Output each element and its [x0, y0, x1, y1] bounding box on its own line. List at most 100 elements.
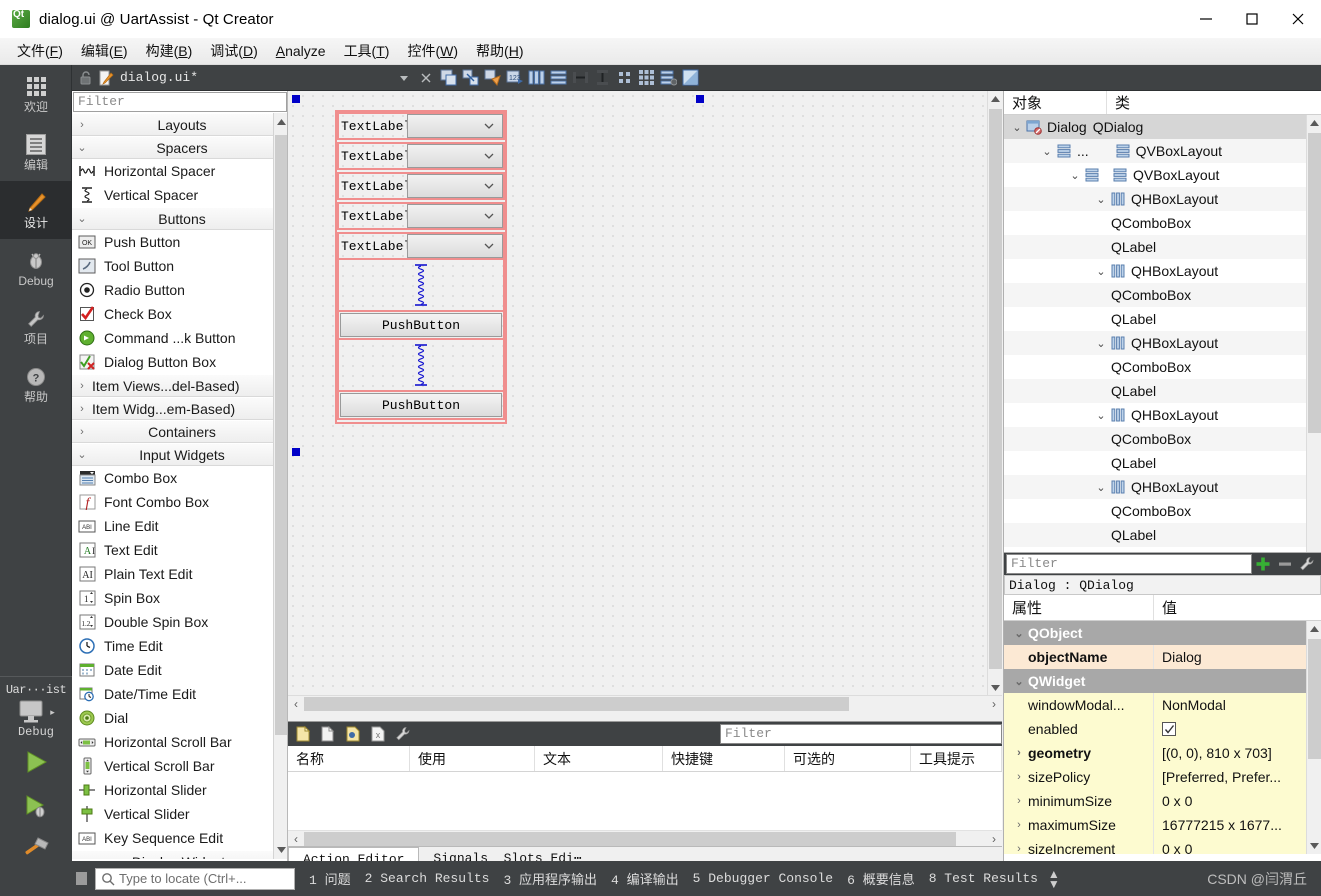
oi-row-combobox-4[interactable]: QComboBox — [1004, 427, 1321, 451]
widget-item-command-link-button[interactable]: Command ...k Button — [72, 326, 288, 350]
scrollbar-thumb[interactable] — [304, 697, 849, 711]
scrollbar-thumb[interactable] — [1308, 639, 1321, 759]
action-editor-hscrollbar[interactable]: ‹ › — [288, 830, 1002, 846]
form-vertical-scrollbar[interactable] — [987, 91, 1002, 696]
edit-tab-order-icon[interactable]: 123 — [504, 67, 524, 89]
form-horizontal-scrollbar[interactable]: ‹ › — [288, 695, 1002, 711]
lock-open-icon[interactable] — [78, 70, 94, 86]
widget-item-combo-box[interactable]: Combo Box — [72, 466, 288, 490]
chevron-down-icon[interactable]: ⌄ — [1066, 169, 1084, 182]
selection-handle[interactable] — [292, 448, 300, 456]
statusbar-updown-icon[interactable]: ▲▼ — [1048, 869, 1060, 889]
scrollbar-track[interactable] — [304, 832, 986, 846]
pe-prop-value[interactable]: [(0, 0), 810 x 703] — [1154, 741, 1321, 765]
break-layout-icon[interactable] — [658, 67, 678, 89]
mode-welcome[interactable]: 欢迎 — [0, 65, 72, 123]
oi-row-combobox-1[interactable]: QComboBox — [1004, 211, 1321, 235]
chevron-down-icon[interactable]: ⌄ — [1038, 145, 1056, 158]
pe-row-windowmodality[interactable]: windowModal... NonModal — [1004, 693, 1321, 717]
layout-form-icon[interactable] — [614, 67, 634, 89]
statusbar-item-search-results[interactable]: 2 Search Results — [365, 871, 490, 886]
widget-category-buttons[interactable]: ⌄ Buttons — [72, 207, 288, 230]
pe-prop-value[interactable]: [Preferred, Prefer... — [1154, 765, 1321, 789]
wrench-icon[interactable] — [1296, 553, 1318, 575]
oi-row-label-2[interactable]: QLabel — [1004, 307, 1321, 331]
selection-handle[interactable] — [292, 95, 300, 103]
action-editor-rows[interactable] — [288, 772, 1002, 830]
oi-row-hbox-1[interactable]: ⌄ QHBoxLayout — [1004, 187, 1321, 211]
run-button[interactable] — [0, 739, 72, 785]
form-label-1[interactable]: TextLabel — [339, 114, 407, 138]
widget-category-input-widgets[interactable]: ⌄ Input Widgets — [72, 443, 288, 466]
oi-col-class[interactable]: 类 — [1107, 91, 1321, 114]
menu-help[interactable]: 帮助(H) — [467, 38, 532, 64]
scroll-up-icon[interactable] — [274, 113, 288, 131]
widget-box-scrollbar[interactable] — [273, 113, 288, 859]
scroll-left-icon[interactable]: ‹ — [288, 832, 304, 846]
oi-row-vbox-1[interactable]: ⌄ ... QVBoxLayout — [1004, 139, 1321, 163]
form-canvas[interactable]: TextLabel TextLabel TextLabel — [288, 91, 987, 696]
form-combobox-4[interactable] — [407, 204, 503, 228]
plus-icon[interactable] — [1252, 553, 1274, 575]
edit-action-icon[interactable] — [343, 723, 363, 745]
chevron-down-icon[interactable] — [394, 67, 414, 89]
pe-col-property[interactable]: 属性 — [1004, 595, 1154, 620]
form-combobox-3[interactable] — [407, 174, 503, 198]
oi-row-dialog[interactable]: ⌄ Dialog QDialog — [1004, 115, 1321, 139]
property-editor-rows[interactable]: ⌄QObject objectName Dialog ⌄QWidget wind… — [1004, 621, 1321, 854]
edit-widgets-icon[interactable] — [438, 67, 458, 89]
form-row-2[interactable]: TextLabel — [337, 142, 505, 170]
pe-prop-value[interactable] — [1154, 717, 1321, 741]
widget-item-dialog-button-box[interactable]: Dialog Button Box — [72, 350, 288, 374]
form-pushbutton-block-1[interactable]: PushButton — [337, 312, 505, 340]
action-col-used[interactable]: 使用 — [410, 746, 535, 771]
menu-analyze[interactable]: Analyze — [267, 40, 335, 62]
output-toggle-icon[interactable] — [76, 872, 87, 885]
statusbar-item-general-messages[interactable]: 6 概要信息 — [847, 869, 915, 888]
property-editor-scrollbar[interactable] — [1306, 621, 1321, 854]
form-label-2[interactable]: TextLabel — [339, 144, 407, 168]
widget-item-spin-box[interactable]: 1 Spin Box — [72, 586, 288, 610]
mode-debug[interactable]: Debug — [0, 239, 72, 297]
menu-edit[interactable]: 编辑(E) — [72, 38, 137, 64]
pe-row-sizeincrement[interactable]: ›sizeIncrement 0 x 0 — [1004, 837, 1321, 854]
scroll-up-icon[interactable] — [1307, 115, 1321, 131]
oi-row-combobox-2[interactable]: QComboBox — [1004, 283, 1321, 307]
layout-grid-icon[interactable] — [636, 67, 656, 89]
pe-row-enabled[interactable]: enabled — [1004, 717, 1321, 741]
chevron-right-icon[interactable]: › — [1010, 771, 1028, 783]
edit-buddies-icon[interactable] — [482, 67, 502, 89]
scrollbar-thumb[interactable] — [304, 832, 956, 846]
close-icon[interactable] — [1275, 0, 1321, 38]
delete-action-icon[interactable]: x — [368, 723, 388, 745]
mode-edit[interactable]: 编辑 — [0, 123, 72, 181]
oi-row-combobox-5[interactable]: QComboBox — [1004, 499, 1321, 523]
mode-design[interactable]: 设计 — [0, 181, 72, 239]
scroll-down-icon[interactable] — [988, 680, 1003, 696]
widget-item-font-combo-box[interactable]: f Font Combo Box — [72, 490, 288, 514]
oi-row-combobox-3[interactable]: QComboBox — [1004, 355, 1321, 379]
config-action-icon[interactable] — [393, 723, 413, 745]
chevron-right-icon[interactable]: › — [1010, 819, 1028, 831]
layout-splitter-h-icon[interactable] — [570, 67, 590, 89]
widget-item-horizontal-spacer[interactable]: Horizontal Spacer — [72, 159, 288, 183]
layout-vertical-icon[interactable] — [548, 67, 568, 89]
widget-item-vertical-slider[interactable]: Vertical Slider — [72, 802, 288, 826]
locator-input[interactable]: Type to locate (Ctrl+... — [95, 868, 295, 890]
widget-box-filter[interactable]: Filter — [73, 92, 287, 112]
scroll-left-icon[interactable]: ‹ — [288, 697, 304, 711]
widget-item-line-edit[interactable]: ABI Line Edit — [72, 514, 288, 538]
widget-category-item-views[interactable]: › Item Views...del-Based) — [72, 374, 288, 397]
widget-item-date-time-edit[interactable]: Date/Time Edit — [72, 682, 288, 706]
form-editor[interactable]: TextLabel TextLabel TextLabel — [288, 91, 1002, 711]
menu-tools[interactable]: 工具(T) — [335, 38, 399, 64]
form-vertical-spacer-1[interactable] — [337, 260, 505, 312]
pe-prop-value[interactable]: NonModal — [1154, 693, 1321, 717]
oi-row-hbox-5[interactable]: ⌄ QHBoxLayout — [1004, 475, 1321, 499]
form-combobox-5[interactable] — [407, 234, 503, 258]
form-pushbutton-block-2[interactable]: PushButton — [337, 392, 505, 420]
widget-category-spacers[interactable]: ⌄ Spacers — [72, 136, 288, 159]
menu-widgets[interactable]: 控件(W) — [398, 38, 467, 64]
copy-action-icon[interactable] — [318, 723, 338, 745]
maximize-icon[interactable] — [1229, 0, 1275, 38]
